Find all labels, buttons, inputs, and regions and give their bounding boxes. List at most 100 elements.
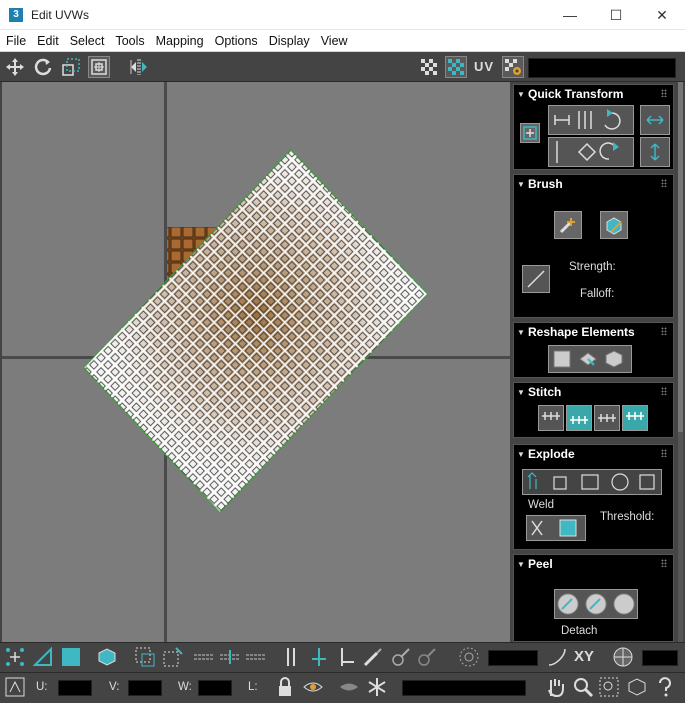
scale-icon[interactable] xyxy=(60,56,82,78)
relax-brush-button[interactable] xyxy=(600,211,628,239)
freeze-icon[interactable] xyxy=(366,676,388,698)
world-space-icon[interactable] xyxy=(612,646,634,668)
uv-viewport[interactable] xyxy=(2,82,510,642)
face-mode-icon[interactable] xyxy=(60,646,82,668)
element-mode-icon[interactable] xyxy=(96,646,118,668)
rotate-icon[interactable] xyxy=(32,56,54,78)
weld-buttons[interactable] xyxy=(526,515,586,541)
rollout-title: Brush xyxy=(528,177,563,191)
rollout-title: Quick Transform xyxy=(528,87,624,101)
menu-display[interactable]: Display xyxy=(263,34,315,48)
grip-icon[interactable] xyxy=(661,327,667,335)
stitch-target-button[interactable] xyxy=(622,405,648,431)
grip-icon[interactable] xyxy=(661,387,667,395)
stitch-custom-button[interactable] xyxy=(538,405,564,431)
zoom-region-icon[interactable] xyxy=(598,676,620,698)
menu-view[interactable]: View xyxy=(315,34,353,48)
pivot-button[interactable] xyxy=(520,123,540,143)
shrink-select-icon[interactable] xyxy=(336,646,358,668)
collapse-icon[interactable]: ▼ xyxy=(514,560,528,569)
falloff-curve-button[interactable] xyxy=(522,265,550,293)
peel-buttons[interactable] xyxy=(554,589,638,619)
stitch-average-button[interactable] xyxy=(594,405,620,431)
close-button[interactable]: ✕ xyxy=(639,0,685,30)
align-buttons-row1[interactable] xyxy=(548,105,634,135)
space-horizontal-button[interactable] xyxy=(640,105,670,135)
rollout-header[interactable]: ▼ Explode xyxy=(514,445,673,463)
collapse-icon[interactable]: ▼ xyxy=(514,328,528,337)
select-paint-icon[interactable] xyxy=(162,646,184,668)
mirror-icon[interactable] xyxy=(128,56,150,78)
scroll-thumb[interactable] xyxy=(678,82,683,432)
texture-dropdown[interactable] xyxy=(528,58,676,78)
grow-select-icon[interactable] xyxy=(308,646,330,668)
selection-set-field[interactable] xyxy=(402,680,526,696)
edge-loop-icons[interactable] xyxy=(192,646,272,668)
zoom-icon[interactable] xyxy=(572,676,594,698)
explode-buttons[interactable] xyxy=(522,469,662,495)
edge-mode-icon[interactable] xyxy=(32,646,54,668)
grip-icon[interactable] xyxy=(661,89,667,97)
rollout-header[interactable]: ▼ Peel xyxy=(514,555,673,573)
grip-icon[interactable] xyxy=(661,179,667,187)
rollout-header[interactable]: ▼ Stitch xyxy=(514,383,673,401)
pan-icon[interactable] xyxy=(544,676,566,698)
select-region-icon[interactable] xyxy=(134,646,156,668)
v-field[interactable] xyxy=(128,680,162,696)
menu-select[interactable]: Select xyxy=(64,34,110,48)
rollout-panel: ▼ Quick Transform ▼ Brush Strength: Fall… xyxy=(510,82,685,642)
distance-value[interactable] xyxy=(642,650,678,666)
minimize-button[interactable]: — xyxy=(547,0,593,30)
rollout-title: Peel xyxy=(528,557,553,571)
freeform-icon[interactable] xyxy=(88,56,110,78)
space-vertical-button[interactable] xyxy=(640,137,670,167)
menu-options[interactable]: Options xyxy=(209,34,263,48)
zoom-extents-icon[interactable] xyxy=(626,676,648,698)
panel-scrollbar[interactable] xyxy=(678,82,683,642)
checker-pattern-icon[interactable] xyxy=(445,56,467,78)
xy-toggle[interactable]: XY xyxy=(574,648,594,665)
u-label: U: xyxy=(36,681,48,693)
menu-tools[interactable]: Tools xyxy=(109,34,149,48)
collapse-icon[interactable]: ▼ xyxy=(514,90,528,99)
brush-select-icon[interactable] xyxy=(362,646,384,668)
stitch-source-button[interactable] xyxy=(566,405,592,431)
grip-icon[interactable] xyxy=(661,449,667,457)
uv-canvas[interactable] xyxy=(2,82,510,642)
menu-mapping[interactable]: Mapping xyxy=(150,34,209,48)
paint-select-icon[interactable] xyxy=(390,646,412,668)
reshape-buttons[interactable] xyxy=(548,345,632,373)
u-field[interactable] xyxy=(58,680,92,696)
ring-select-icon[interactable] xyxy=(280,646,302,668)
grip-icon[interactable] xyxy=(661,559,667,567)
lock-icon[interactable] xyxy=(274,676,296,698)
soft-selection-value[interactable] xyxy=(488,650,538,666)
strength-label: Strength: xyxy=(569,261,616,273)
menu-file[interactable]: File xyxy=(0,34,31,48)
collapse-icon[interactable]: ▼ xyxy=(514,450,528,459)
collapse-icon[interactable]: ▼ xyxy=(514,388,528,397)
align-buttons-row2[interactable] xyxy=(548,137,634,167)
rollout-header[interactable]: ▼ Reshape Elements xyxy=(514,323,673,341)
menu-edit[interactable]: Edit xyxy=(31,34,64,48)
eye-icon[interactable] xyxy=(302,676,324,698)
rollout-header[interactable]: ▼ Brush xyxy=(514,175,673,193)
uv-label[interactable]: UV xyxy=(474,59,494,74)
l-label: L: xyxy=(248,681,258,693)
maximize-button[interactable]: ☐ xyxy=(593,0,639,30)
settings-icon[interactable] xyxy=(502,56,524,78)
paint-move-button[interactable] xyxy=(554,211,582,239)
hide-icon[interactable] xyxy=(338,676,360,698)
help-icon[interactable] xyxy=(654,676,676,698)
w-field[interactable] xyxy=(198,680,232,696)
paint-deselect-icon[interactable] xyxy=(416,646,438,668)
collapse-icon[interactable]: ▼ xyxy=(514,180,528,189)
rollout-header[interactable]: ▼ Quick Transform xyxy=(514,85,673,103)
vertex-mode-icon[interactable] xyxy=(4,646,26,668)
checker-display-icon[interactable] xyxy=(418,56,440,78)
falloff-curve-icon[interactable] xyxy=(546,646,568,668)
snap-icon[interactable] xyxy=(4,676,26,698)
rollout-explode: ▼ Explode Weld Threshold: xyxy=(513,444,674,550)
move-icon[interactable] xyxy=(4,56,26,78)
soft-selection-icon[interactable] xyxy=(458,646,480,668)
